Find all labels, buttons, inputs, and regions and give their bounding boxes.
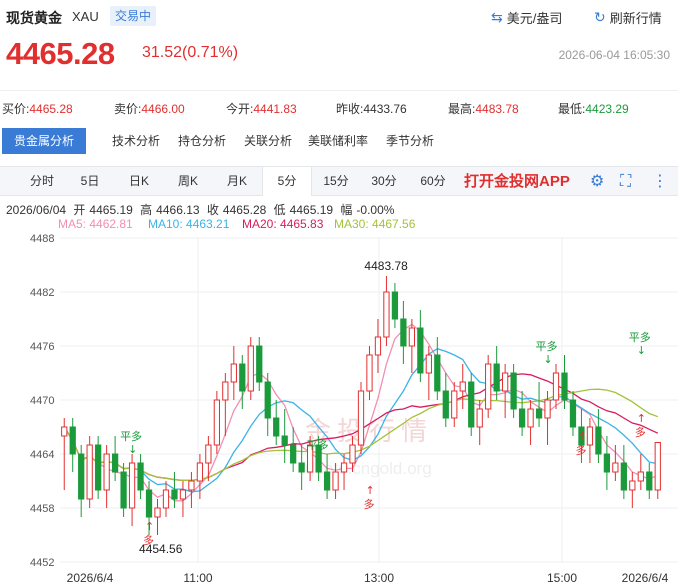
y-tick-label: 4482 <box>30 287 54 299</box>
flat-long-signal: 平多 <box>307 438 329 452</box>
candle-body <box>561 372 568 401</box>
candle-body <box>510 372 517 410</box>
up-arrow-icon: ↑ <box>577 430 586 443</box>
flat-long-signal: 平多 <box>536 339 558 353</box>
flat-long-signal: 平多 <box>629 330 651 344</box>
candle-body <box>154 507 161 518</box>
long-signal: 多 <box>363 497 374 511</box>
candle-body <box>502 372 509 392</box>
candle-body <box>171 489 178 500</box>
candle-body <box>162 489 170 509</box>
candle-body <box>586 426 594 446</box>
candle-body <box>205 444 212 464</box>
candle-body <box>544 399 551 419</box>
candle-body <box>340 462 348 473</box>
candle-body <box>111 453 119 473</box>
x-tick-label: 2026/6/4 <box>622 571 669 585</box>
candle-body <box>196 462 204 482</box>
down-arrow-icon: ↓ <box>637 344 646 357</box>
y-tick-label: 4488 <box>30 233 54 245</box>
candle-body <box>646 471 653 491</box>
candle-body <box>535 408 543 419</box>
max-price-label: 4483.78 <box>364 259 408 273</box>
candle-body <box>103 453 110 491</box>
candle-body <box>493 363 500 392</box>
candle-body <box>434 354 441 392</box>
y-tick-label: 4452 <box>30 557 54 569</box>
candle-body <box>213 399 220 446</box>
candle-body <box>222 381 229 401</box>
candle-body <box>290 444 297 464</box>
x-tick-label: 13:00 <box>364 571 394 585</box>
candle-body <box>442 390 449 419</box>
candle-body <box>391 291 399 320</box>
flat-long-signal: 平多 <box>120 429 142 443</box>
down-arrow-icon: ↓ <box>544 353 553 366</box>
candle-body <box>247 345 254 392</box>
candle-body <box>468 381 475 428</box>
candle-body <box>637 471 644 482</box>
candle-body <box>595 426 602 455</box>
candle-body <box>476 408 483 428</box>
candle-body <box>552 372 560 401</box>
candle-body <box>145 489 153 518</box>
candle-body <box>230 363 237 383</box>
candle-body <box>518 408 526 428</box>
candle-body <box>332 471 339 491</box>
up-arrow-icon: ↑ <box>637 412 646 425</box>
candle-body <box>256 345 263 383</box>
candle-body <box>603 453 611 473</box>
candle-body <box>366 354 373 392</box>
candle-body <box>120 471 127 509</box>
up-arrow-icon: ↑ <box>365 484 374 497</box>
candle-body <box>374 336 382 356</box>
candle-body <box>408 327 416 347</box>
candle-body <box>527 408 534 428</box>
candle-body <box>569 399 577 428</box>
candle-body <box>417 327 424 374</box>
candle-body <box>264 381 271 419</box>
candle-body <box>95 444 102 491</box>
candle-body <box>357 390 365 446</box>
candle-body <box>349 444 356 464</box>
x-tick-label: 15:00 <box>547 571 577 585</box>
candle-body <box>281 435 288 446</box>
candle-body <box>612 462 619 473</box>
candle-body <box>425 354 432 374</box>
candle-body <box>239 363 246 392</box>
candle-body <box>459 381 466 392</box>
candle-body <box>323 471 331 491</box>
candle-body <box>451 390 458 419</box>
x-tick-label: 2026/6/4 <box>67 571 114 585</box>
down-arrow-icon: ↓ <box>315 452 324 465</box>
candle-body <box>179 489 187 500</box>
x-tick-label: 11:00 <box>183 571 212 585</box>
candle-body <box>629 480 636 491</box>
candlestick-chart[interactable]: 4488 4482 4476 4470 4464 4458 4452 2026/6/4 11:0… <box>0 0 678 587</box>
candle-body <box>128 462 136 509</box>
long-signal: 多 <box>143 533 154 547</box>
long-signal: 多 <box>635 425 646 439</box>
down-arrow-icon: ↓ <box>128 443 137 456</box>
y-tick-label: 4470 <box>30 395 54 407</box>
candle-body <box>485 363 492 410</box>
y-tick-label: 4464 <box>30 449 54 461</box>
candle-body <box>400 318 407 347</box>
y-tick-label: 4476 <box>30 341 54 353</box>
candle-body <box>273 417 280 437</box>
up-arrow-icon: ↑ <box>145 520 154 533</box>
candle-body <box>654 441 661 491</box>
candle-body <box>86 444 93 500</box>
y-tick-label: 4458 <box>30 503 54 515</box>
candle-body <box>78 453 85 500</box>
candle-body <box>69 426 76 455</box>
candle-body <box>188 480 195 491</box>
candle-body <box>61 426 68 437</box>
candle-body <box>620 462 627 491</box>
long-signal: 多 <box>575 443 586 457</box>
candle-body <box>298 462 305 473</box>
candle-body <box>137 462 144 491</box>
candle-body <box>383 291 390 338</box>
